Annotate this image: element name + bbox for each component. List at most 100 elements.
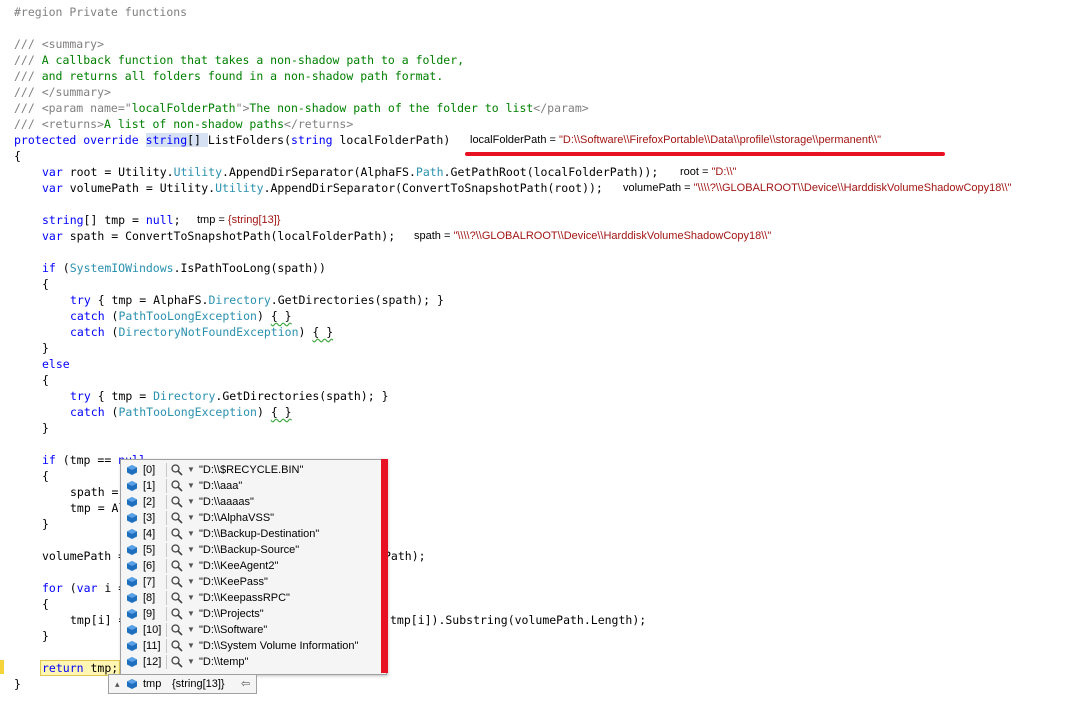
code-line-try[interactable]: try { tmp = AlphaFS.Directory.GetDirecto…: [70, 292, 444, 308]
magnifier-icon[interactable]: [170, 511, 184, 525]
magnifier-icon[interactable]: [170, 527, 184, 541]
pin-icon[interactable]: ⇦: [241, 675, 250, 693]
code-line-return[interactable]: return tmp;: [42, 660, 118, 676]
datatip-list-item[interactable]: [3] ▼ "D:\\AlphaVSS": [121, 510, 386, 526]
magnifier-icon[interactable]: [170, 495, 184, 509]
item-index: [10]: [143, 624, 162, 636]
magnifier-icon[interactable]: [170, 559, 184, 573]
field-cube-icon: [127, 577, 137, 587]
code-line-volumepath-assign[interactable]: volumePath =: [42, 548, 132, 564]
dropdown-arrow-icon[interactable]: ▼: [187, 638, 195, 654]
code-line-spath-assign[interactable]: spath =: [70, 484, 125, 500]
code-editor[interactable]: { "code": { "region": "#region Private f…: [0, 0, 1065, 704]
item-value: "D:\\aaa": [199, 480, 243, 492]
datatip-list-item[interactable]: [6] ▼ "D:\\KeeAgent2": [121, 558, 386, 574]
item-index: [4]: [143, 528, 156, 540]
field-cube-icon: [127, 545, 137, 555]
code-line-if[interactable]: if (SystemIOWindows.IsPathTooLong(spath)…: [42, 260, 326, 276]
collapse-arrow-icon[interactable]: ▴: [115, 675, 120, 693]
magnifier-icon[interactable]: [170, 623, 184, 637]
code-line-for[interactable]: for (var i =: [42, 580, 132, 596]
magnifier-icon[interactable]: [170, 463, 184, 477]
field-cube-icon: [127, 497, 137, 507]
code-line-volumepath[interactable]: var volumePath = Utility.Utility.AppendD…: [42, 180, 603, 196]
item-index: [3]: [143, 512, 156, 524]
separator: [166, 655, 167, 669]
doc-comment-line: /// and returns all folders found in a n…: [14, 69, 444, 83]
magnifier-icon[interactable]: [170, 479, 184, 493]
magnifier-icon[interactable]: [170, 591, 184, 605]
magnifier-icon[interactable]: [170, 639, 184, 653]
dropdown-arrow-icon[interactable]: ▼: [187, 606, 195, 622]
dropdown-arrow-icon[interactable]: ▼: [187, 526, 195, 542]
doc-comment-line: /// <param name="localFolderPath">The no…: [14, 101, 589, 115]
code-line-catch[interactable]: catch (PathTooLongException) { }: [70, 404, 292, 420]
magnifier-icon[interactable]: [170, 607, 184, 621]
dropdown-arrow-icon[interactable]: ▼: [187, 510, 195, 526]
item-value: "D:\\aaaas": [199, 496, 254, 508]
tip-name: tmp: [143, 678, 162, 690]
datatip-expanded-list[interactable]: [0] ▼ "D:\\$RECYCLE.BIN" [1] ▼ "D:\\aaa" [2] ▼ "…: [120, 459, 387, 675]
datatip-list-item[interactable]: [9] ▼ "D:\\Projects": [121, 606, 386, 622]
code-line-tmp[interactable]: string[] tmp = null;: [42, 212, 181, 228]
datatip-list-item[interactable]: [2] ▼ "D:\\aaaas": [121, 494, 386, 510]
datatip-list-item[interactable]: [1] ▼ "D:\\aaa": [121, 478, 386, 494]
datatip-list-item[interactable]: [8] ▼ "D:\\KeepassRPC": [121, 590, 386, 606]
doc-comment-line: /// </summary>: [14, 85, 111, 99]
code-line-try[interactable]: try { tmp = Directory.GetDirectories(spa…: [70, 388, 389, 404]
datatip-list-item[interactable]: [0] ▼ "D:\\$RECYCLE.BIN": [121, 462, 386, 478]
item-index: [7]: [143, 576, 156, 588]
datatip-list-item[interactable]: [4] ▼ "D:\\Backup-Destination": [121, 526, 386, 542]
item-value: "D:\\Backup-Source": [199, 544, 300, 556]
separator: [166, 463, 167, 477]
item-value: "D:\\$RECYCLE.BIN": [199, 464, 304, 476]
datatip-tmp-collapsed[interactable]: ▴ tmp {string[13]} ⇦: [108, 674, 257, 694]
item-value: "D:\\System Volume Information": [199, 640, 359, 652]
item-value: "D:\\temp": [199, 656, 249, 668]
magnifier-icon[interactable]: [170, 575, 184, 589]
dropdown-arrow-icon[interactable]: ▼: [187, 462, 195, 478]
dropdown-arrow-icon[interactable]: ▼: [187, 558, 195, 574]
code-line-tmp-assign[interactable]: tmp = Al: [70, 500, 125, 516]
datatip-volumePath[interactable]: volumePath = "\\\\?\\GLOBALROOT\\Device\…: [623, 180, 1011, 196]
dropdown-arrow-icon[interactable]: ▼: [187, 574, 195, 590]
method-signature[interactable]: protected override string[] ListFolders(…: [14, 132, 450, 148]
datatip-list-item[interactable]: [11] ▼ "D:\\System Volume Information": [121, 638, 386, 654]
magnifier-icon[interactable]: [170, 543, 184, 557]
datatip-spath[interactable]: spath = "\\\\?\\GLOBALROOT\\Device\\Hard…: [414, 228, 771, 244]
datatip-tmp[interactable]: tmp = {string[13]}: [197, 212, 280, 228]
item-value: "D:\\AlphaVSS": [199, 512, 275, 524]
datatip-localFolderPath[interactable]: localFolderPath = "D:\\Software\\Firefox…: [470, 132, 881, 148]
brace: {: [42, 277, 49, 291]
dropdown-arrow-icon[interactable]: ▼: [187, 494, 195, 510]
separator: [166, 543, 167, 557]
brace: {: [42, 597, 49, 611]
dropdown-arrow-icon[interactable]: ▼: [187, 478, 195, 494]
red-underline-annotation: [465, 152, 945, 156]
item-index: [2]: [143, 496, 156, 508]
datatip-list-item[interactable]: [5] ▼ "D:\\Backup-Source": [121, 542, 386, 558]
dropdown-arrow-icon[interactable]: ▼: [187, 622, 195, 638]
dropdown-arrow-icon[interactable]: ▼: [187, 590, 195, 606]
datatip-root[interactable]: root = "D:\\": [680, 164, 736, 180]
tip-value: {string[13]}: [172, 678, 225, 690]
datatip-list-item[interactable]: [7] ▼ "D:\\KeePass": [121, 574, 386, 590]
field-cube-icon: [127, 481, 137, 491]
current-line-marker: [0, 660, 4, 674]
separator: [166, 559, 167, 573]
datatip-list-item[interactable]: [12] ▼ "D:\\temp": [121, 654, 386, 670]
code-line-root[interactable]: var root = Utility.Utility.AppendDirSepa…: [42, 164, 658, 180]
doc-comment-line: /// A callback function that takes a non…: [14, 53, 465, 67]
code-line-catch[interactable]: catch (PathTooLongException) { }: [70, 308, 292, 324]
brace: }: [14, 677, 21, 691]
magnifier-icon[interactable]: [170, 655, 184, 669]
item-value: "D:\\Software": [199, 624, 268, 636]
dropdown-arrow-icon[interactable]: ▼: [187, 542, 195, 558]
code-line-else[interactable]: else: [42, 356, 70, 372]
item-index: [8]: [143, 592, 156, 604]
dropdown-arrow-icon[interactable]: ▼: [187, 654, 195, 670]
code-line-catch[interactable]: catch (DirectoryNotFoundException) { }: [70, 324, 333, 340]
item-index: [9]: [143, 608, 156, 620]
code-line-spath[interactable]: var spath = ConvertToSnapshotPath(localF…: [42, 228, 395, 244]
datatip-list-item[interactable]: [10] ▼ "D:\\Software": [121, 622, 386, 638]
